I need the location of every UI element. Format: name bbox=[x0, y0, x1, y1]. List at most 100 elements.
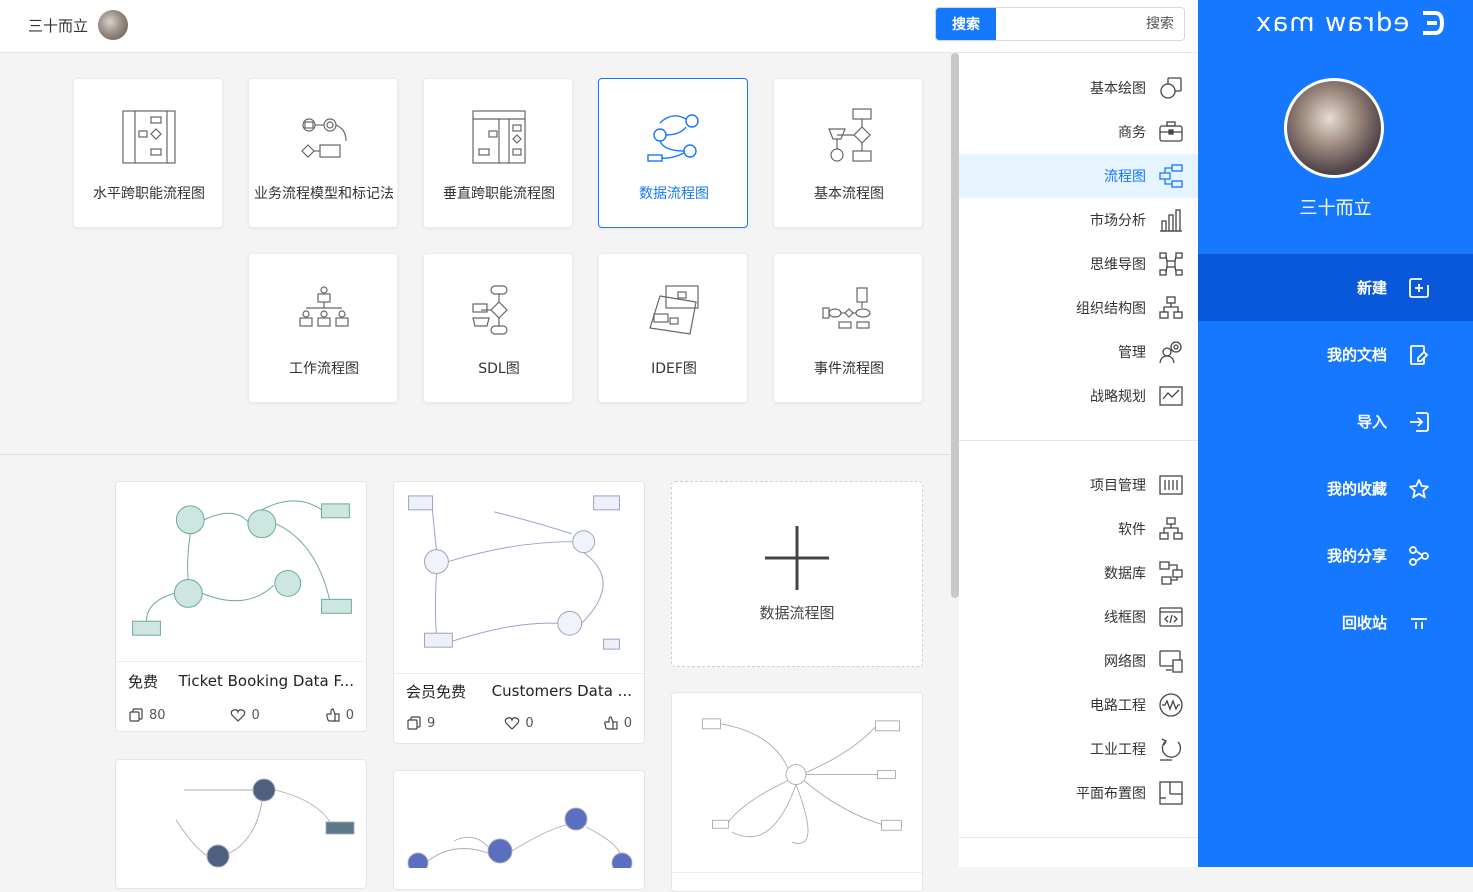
bpmn-icon bbox=[301, 118, 347, 158]
management-icon bbox=[1158, 339, 1184, 365]
example-card[interactable]: 会员免费 Customers Data ... 9 0 0 bbox=[393, 481, 645, 744]
scrollbar-thumb[interactable] bbox=[951, 53, 959, 598]
example-thumbnail bbox=[175, 778, 355, 868]
basic-flowchart-icon bbox=[828, 108, 872, 162]
thumbs-up-icon bbox=[603, 716, 618, 730]
example-title: Ticket Booking Data F... bbox=[178, 672, 354, 690]
likes-stat[interactable]: 0 bbox=[603, 715, 632, 731]
shapes-icon bbox=[1158, 75, 1184, 101]
sidebar-nav: 新建 我的文档 导入 我的收藏 我的分享 回收站 bbox=[1198, 254, 1473, 656]
category-group-primary: 基本绘图 商务 流程图 市场分析 思维导图 组织结构图 管理 战略规划 bbox=[959, 53, 1198, 418]
category-label: 基本绘图 bbox=[1090, 81, 1146, 97]
category-label: 平面布置图 bbox=[1076, 786, 1146, 802]
category-label: 线框图 bbox=[1104, 610, 1146, 626]
org-chart-icon bbox=[1158, 295, 1184, 321]
example-title-row: 会员免费 Customers Data ... bbox=[394, 674, 644, 708]
sidebar-item-new[interactable]: 新建 bbox=[1198, 254, 1473, 321]
category-label: 网络图 bbox=[1104, 654, 1146, 670]
new-blank-card[interactable]: 数据流程图 bbox=[671, 481, 923, 667]
brand-logo[interactable]: edraw max bbox=[1255, 8, 1445, 38]
edraw-logo-icon bbox=[1423, 11, 1445, 35]
category-label: 软件 bbox=[1118, 522, 1146, 538]
copies-stat[interactable]: 9 bbox=[406, 715, 435, 731]
category-divider bbox=[959, 440, 1198, 441]
example-title: Customers Data ... bbox=[491, 682, 632, 700]
category-item-org-chart[interactable]: 组织结构图 bbox=[959, 286, 1198, 330]
star-icon bbox=[1407, 477, 1431, 501]
template-card-basic-flowchart[interactable]: 基本流程图 bbox=[773, 78, 923, 228]
trash-icon bbox=[1407, 611, 1431, 635]
category-item-management[interactable]: 管理 bbox=[959, 330, 1198, 374]
strategy-icon bbox=[1158, 383, 1184, 409]
template-card-sdl[interactable]: SDL图 bbox=[423, 253, 573, 403]
template-label: 基本流程图 bbox=[814, 186, 884, 202]
category-item-software[interactable]: 软件 bbox=[959, 507, 1198, 551]
main-sidebar: edraw max 三十而立 新建 我的文档 导入 我的收藏 我的分享 回收站 bbox=[1198, 0, 1473, 867]
vertical-swimlane-icon bbox=[472, 110, 526, 164]
mindmap-icon bbox=[1158, 251, 1184, 277]
template-card-data-flow[interactable]: 数据流程图 bbox=[598, 78, 748, 228]
template-card-bpmn[interactable]: 业务流程模型和标记法 bbox=[248, 78, 398, 228]
sidebar-item-trash[interactable]: 回收站 bbox=[1198, 589, 1473, 656]
sidebar-item-my-documents[interactable]: 我的文档 bbox=[1198, 321, 1473, 388]
share-icon bbox=[1407, 544, 1431, 568]
user-avatar[interactable] bbox=[1284, 78, 1384, 178]
horizontal-swimlane-icon bbox=[122, 110, 176, 164]
scrollbar[interactable] bbox=[950, 53, 959, 603]
template-card-event-flow[interactable]: 事件流程图 bbox=[773, 253, 923, 403]
thumbs-up-icon bbox=[325, 708, 340, 722]
sidebar-item-favorites[interactable]: 我的收藏 bbox=[1198, 455, 1473, 522]
template-label: 业务流程模型和标记法 bbox=[254, 186, 394, 202]
database-icon bbox=[1158, 560, 1184, 586]
heart-icon bbox=[231, 709, 246, 722]
example-stats: 80 0 0 bbox=[116, 700, 366, 730]
category-item-project[interactable]: 项目管理 bbox=[959, 463, 1198, 507]
example-card[interactable] bbox=[115, 759, 367, 889]
data-flow-icon bbox=[647, 114, 699, 162]
top-avatar[interactable] bbox=[98, 10, 129, 40]
category-item-market-analysis[interactable]: 市场分析 bbox=[959, 198, 1198, 242]
category-item-wireframe[interactable]: 线框图 bbox=[959, 595, 1198, 639]
top-user[interactable]: 三十而立 bbox=[28, 10, 129, 40]
example-card[interactable] bbox=[393, 770, 645, 890]
favorites-stat[interactable]: 0 bbox=[230, 707, 260, 723]
sidebar-item-import[interactable]: 导入 bbox=[1198, 388, 1473, 455]
search-button[interactable]: 搜索 bbox=[936, 8, 996, 40]
industrial-icon bbox=[1158, 736, 1184, 762]
example-card[interactable] bbox=[671, 692, 923, 892]
likes-stat[interactable]: 0 bbox=[325, 707, 354, 723]
sidebar-item-shared[interactable]: 我的分享 bbox=[1198, 522, 1473, 589]
template-card-workflow[interactable]: 工作流程图 bbox=[248, 253, 398, 403]
event-flow-icon bbox=[822, 287, 871, 329]
template-label: 水平跨职能流程图 bbox=[93, 186, 205, 202]
sidebar-user-name: 三十而立 bbox=[1299, 198, 1372, 219]
copies-count: 9 bbox=[427, 715, 436, 731]
category-item-strategy[interactable]: 战略规划 bbox=[959, 374, 1198, 418]
software-icon bbox=[1158, 516, 1184, 542]
category-item-mindmap[interactable]: 思维导图 bbox=[959, 242, 1198, 286]
category-item-network[interactable]: 网络图 bbox=[959, 639, 1198, 683]
category-item-database[interactable]: 数据库 bbox=[959, 551, 1198, 595]
copies-stat[interactable]: 80 bbox=[128, 707, 166, 723]
template-card-horizontal-swimlane[interactable]: 水平跨职能流程图 bbox=[73, 78, 223, 228]
category-item-floorplan[interactable]: 平面布置图 bbox=[959, 771, 1198, 815]
category-label: 流程图 bbox=[1104, 169, 1146, 185]
sidebar-item-label: 新建 bbox=[1356, 279, 1387, 297]
category-item-business[interactable]: 商务 bbox=[959, 110, 1198, 154]
category-label: 数据库 bbox=[1104, 566, 1146, 582]
category-group-secondary: 项目管理 软件 数据库 线框图 网络图 电路工程 工业工程 平面布置图 bbox=[959, 463, 1198, 815]
category-panel: 基本绘图 商务 流程图 市场分析 思维导图 组织结构图 管理 战略规划 项目管理… bbox=[959, 53, 1198, 867]
template-card-vertical-swimlane[interactable]: 垂直跨职能流程图 bbox=[423, 78, 573, 228]
category-label: 项目管理 bbox=[1090, 478, 1146, 494]
template-label: 数据流程图 bbox=[639, 186, 709, 202]
template-card-idef[interactable]: IDEF图 bbox=[598, 253, 748, 403]
category-item-flowchart[interactable]: 流程图 bbox=[959, 154, 1198, 198]
example-thumbnail bbox=[394, 482, 644, 674]
category-item-basic-drawing[interactable]: 基本绘图 bbox=[959, 66, 1198, 110]
example-card[interactable]: 免费 Ticket Booking Data F... 80 0 0 bbox=[115, 481, 367, 732]
category-item-industrial[interactable]: 工业工程 bbox=[959, 727, 1198, 771]
category-item-circuit[interactable]: 电路工程 bbox=[959, 683, 1198, 727]
likes-count: 0 bbox=[345, 707, 354, 723]
search-input[interactable] bbox=[996, 8, 1184, 40]
favorites-stat[interactable]: 0 bbox=[504, 715, 534, 731]
